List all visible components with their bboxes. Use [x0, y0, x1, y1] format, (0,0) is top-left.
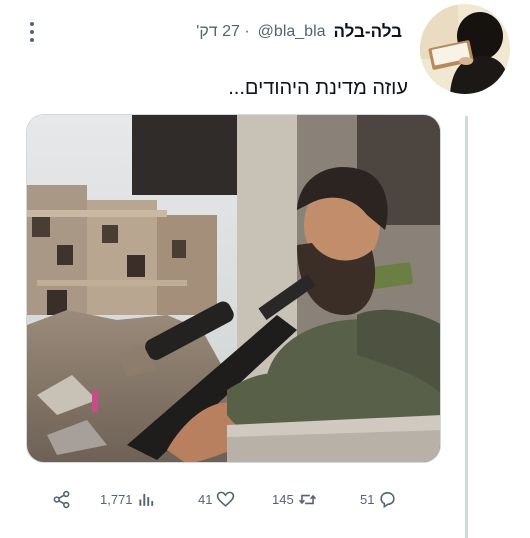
like-count: 41: [198, 491, 213, 507]
retweet-button[interactable]: 145: [272, 488, 317, 510]
views-icon: [138, 493, 153, 506]
views-count: 1,771: [100, 491, 133, 507]
user-handle[interactable]: @bla_bla: [258, 23, 326, 41]
views-button[interactable]: 1,771: [100, 488, 156, 510]
reply-count: 51: [360, 491, 375, 507]
more-options-icon[interactable]: [24, 20, 40, 44]
reply-button[interactable]: 51: [360, 488, 397, 510]
timestamp[interactable]: · 27 דק': [196, 23, 249, 41]
display-name[interactable]: בלה-בלה: [334, 22, 402, 42]
share-button[interactable]: [52, 488, 71, 510]
tweet-header: בלה-בלה @bla_bla · 27 דק': [60, 20, 402, 44]
like-button[interactable]: 41: [198, 488, 235, 510]
avatar-image: [420, 4, 510, 94]
thread-line: [465, 116, 468, 538]
photo-soldier-rubble: [27, 115, 440, 462]
heart-icon: [217, 491, 235, 507]
retweet-icon: [298, 494, 316, 504]
tweet-actions: 1,771 41 145 51: [0, 488, 440, 512]
retweet-count: 145: [272, 491, 294, 507]
avatar[interactable]: [420, 4, 510, 94]
tweet-media[interactable]: [26, 114, 441, 463]
share-icon: [53, 490, 70, 508]
tweet-text: עוזה מדינת היהודים...: [228, 77, 408, 99]
reply-icon: [380, 491, 396, 508]
